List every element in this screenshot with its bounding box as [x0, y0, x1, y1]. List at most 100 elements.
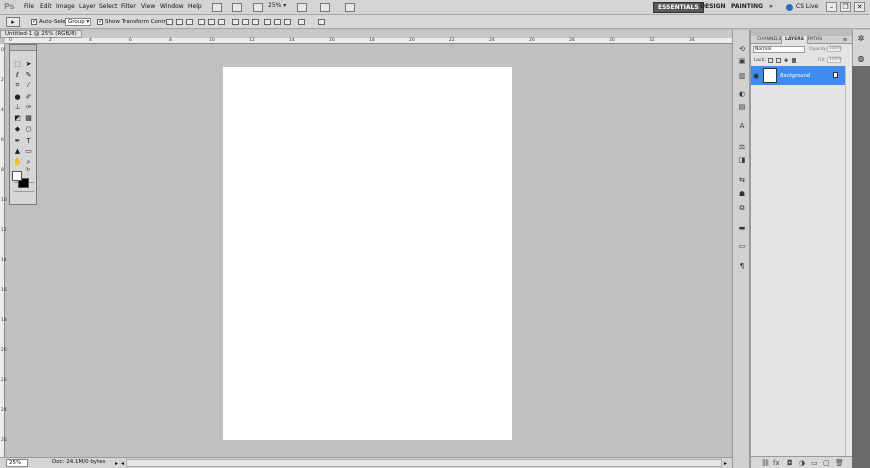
type-tool-icon[interactable]: T	[24, 137, 33, 145]
menu-file[interactable]: File	[24, 3, 34, 10]
new-group-icon[interactable]: ▭	[811, 459, 818, 467]
foreground-color-swatch[interactable]	[12, 171, 22, 181]
align-hcenter-icon[interactable]	[208, 19, 215, 25]
lock-position-icon[interactable]: ✥	[784, 58, 788, 64]
dodge-tool-icon[interactable]: ○	[24, 125, 33, 133]
layer-name[interactable]: Background	[780, 73, 810, 79]
move-tool-preset-icon[interactable]: ▸	[6, 17, 20, 27]
zoom-level-dropdown[interactable]: 25% ▾	[268, 2, 292, 12]
cslive-menu[interactable]: CS Live	[796, 3, 818, 10]
eye-icon[interactable]: ◉	[753, 72, 759, 80]
doc-size-info[interactable]: Doc: 24.1M/0 bytes	[52, 459, 105, 465]
bridge-icon[interactable]	[212, 3, 222, 12]
crop-tool-icon[interactable]: ⌗	[13, 81, 22, 89]
move-tool-icon[interactable]: ➤	[24, 60, 33, 68]
history-panel-icon[interactable]: ▣	[737, 57, 747, 66]
scroll-left-icon[interactable]: ◂	[121, 460, 124, 467]
panel-menu-icon[interactable]: ≡	[843, 37, 847, 43]
align-right-icon[interactable]	[218, 19, 225, 25]
restore-button[interactable]: ❐	[840, 2, 851, 12]
histogram-panel-icon[interactable]: ▬	[737, 224, 747, 233]
menu-image[interactable]: Image	[56, 3, 75, 10]
distribute-top-icon[interactable]	[232, 19, 239, 25]
navigator-panel-icon[interactable]: ⇆	[737, 176, 747, 185]
mini-bridge-panel-icon[interactable]: ⟲	[737, 45, 747, 54]
3d-panel-icon[interactable]: ✲	[856, 34, 866, 44]
notes-panel-icon[interactable]: ◍	[856, 54, 866, 64]
align-vcenter-icon[interactable]	[176, 19, 183, 25]
brush-tool-icon[interactable]: ✐	[24, 93, 33, 101]
character-panel-icon[interactable]: A	[737, 122, 747, 131]
auto-select-dropdown[interactable]: Group ▾	[65, 18, 91, 26]
new-layer-icon[interactable]: ▢	[823, 459, 830, 467]
healing-brush-tool-icon[interactable]: ●	[13, 93, 22, 101]
menu-help[interactable]: Help	[188, 3, 202, 10]
document-canvas[interactable]	[223, 67, 512, 440]
view-extras-icon[interactable]	[253, 3, 263, 12]
styles-panel-icon[interactable]: ▤	[737, 103, 747, 112]
3d-mode-icon[interactable]	[318, 19, 325, 25]
quick-select-tool-icon[interactable]: ✎	[24, 71, 33, 79]
paragraph-panel-icon[interactable]: ¶	[737, 262, 747, 271]
clone-source-panel-icon[interactable]: ⧉	[737, 204, 747, 213]
blend-mode-dropdown[interactable]: Normal	[753, 46, 805, 53]
shape-tool-icon[interactable]: ▭	[24, 147, 33, 155]
show-transform-checkbox[interactable]: ✓	[97, 19, 103, 25]
lock-all-icon[interactable]	[792, 58, 796, 63]
menu-edit[interactable]: Edit	[40, 3, 52, 10]
lock-pixels-icon[interactable]	[776, 58, 781, 63]
tools-panel-header[interactable]	[10, 45, 36, 51]
swap-colors-icon[interactable]: ↻	[26, 167, 30, 173]
pen-tool-icon[interactable]: ✒	[13, 137, 22, 145]
minibridge-icon[interactable]	[232, 3, 242, 12]
tab-layers[interactable]: LAYERS	[781, 36, 808, 44]
menu-layer[interactable]: Layer	[79, 3, 96, 10]
eyedropper-tool-icon[interactable]: ⁄	[24, 81, 33, 89]
menu-select[interactable]: Select	[99, 3, 118, 10]
opacity-field[interactable]: 100%	[827, 46, 842, 52]
screen-mode-icon[interactable]	[345, 3, 355, 12]
layer-style-icon[interactable]: fx	[773, 459, 780, 467]
link-layers-icon[interactable]: ⛓	[761, 459, 770, 467]
document-tab[interactable]: Untitled-1 @ 25% (RGB/8) ×	[0, 30, 82, 43]
align-left-icon[interactable]	[198, 19, 205, 25]
zoom-field[interactable]: 25%	[6, 459, 28, 467]
delete-layer-icon[interactable]: 🗑	[835, 459, 844, 467]
hand-tool-icon[interactable]: ✋	[13, 158, 22, 166]
history-brush-tool-icon[interactable]: ✑	[24, 103, 33, 111]
align-top-icon[interactable]	[166, 19, 173, 25]
close-button[interactable]: ✕	[854, 2, 865, 12]
adjustment-layer-icon[interactable]: ◑	[799, 459, 805, 467]
clone-stamp-tool-icon[interactable]: ⊥	[13, 103, 22, 111]
arrange-documents-icon[interactable]	[320, 3, 330, 12]
masks-panel-icon[interactable]: ◨	[737, 156, 747, 165]
status-menu-arrow-icon[interactable]: ▸	[115, 460, 118, 467]
distribute-hcenter-icon[interactable]	[274, 19, 281, 25]
lock-transparent-icon[interactable]	[768, 58, 773, 63]
distribute-vcenter-icon[interactable]	[242, 19, 249, 25]
zoom-tool-icon[interactable]: ⌕	[24, 158, 33, 166]
distribute-bottom-icon[interactable]	[252, 19, 259, 25]
color-panel-icon[interactable]: ◐	[737, 90, 747, 99]
swatches-panel-icon[interactable]: ▥	[737, 72, 747, 81]
brush-presets-panel-icon[interactable]: ☗	[737, 190, 747, 199]
workspace-painting[interactable]: PAINTING	[727, 2, 767, 13]
hand-view-icon[interactable]	[297, 3, 307, 12]
auto-select-checkbox[interactable]: ✓	[31, 19, 37, 25]
gradient-tool-icon[interactable]: ▦	[24, 114, 33, 122]
minimize-button[interactable]: –	[826, 2, 837, 12]
menu-view[interactable]: View	[141, 3, 155, 10]
adjustments-panel-icon[interactable]: ⚖	[737, 143, 747, 152]
workspace-more[interactable]: »	[765, 2, 777, 13]
scroll-right-icon[interactable]: ▸	[724, 460, 727, 467]
info-panel-icon[interactable]: ▭	[737, 242, 747, 251]
add-mask-icon[interactable]: ◘	[787, 459, 793, 467]
fill-field[interactable]: 100%	[827, 57, 842, 63]
horizontal-scrollbar[interactable]	[126, 459, 722, 467]
distribute-right-icon[interactable]	[284, 19, 291, 25]
workspace-design[interactable]: DESIGN	[696, 2, 730, 13]
tab-channels[interactable]: CHANNELS	[754, 36, 785, 44]
lasso-tool-icon[interactable]: ℓ	[13, 71, 22, 79]
menu-window[interactable]: Window	[160, 3, 184, 10]
tab-paths[interactable]: PATHS	[805, 36, 825, 44]
